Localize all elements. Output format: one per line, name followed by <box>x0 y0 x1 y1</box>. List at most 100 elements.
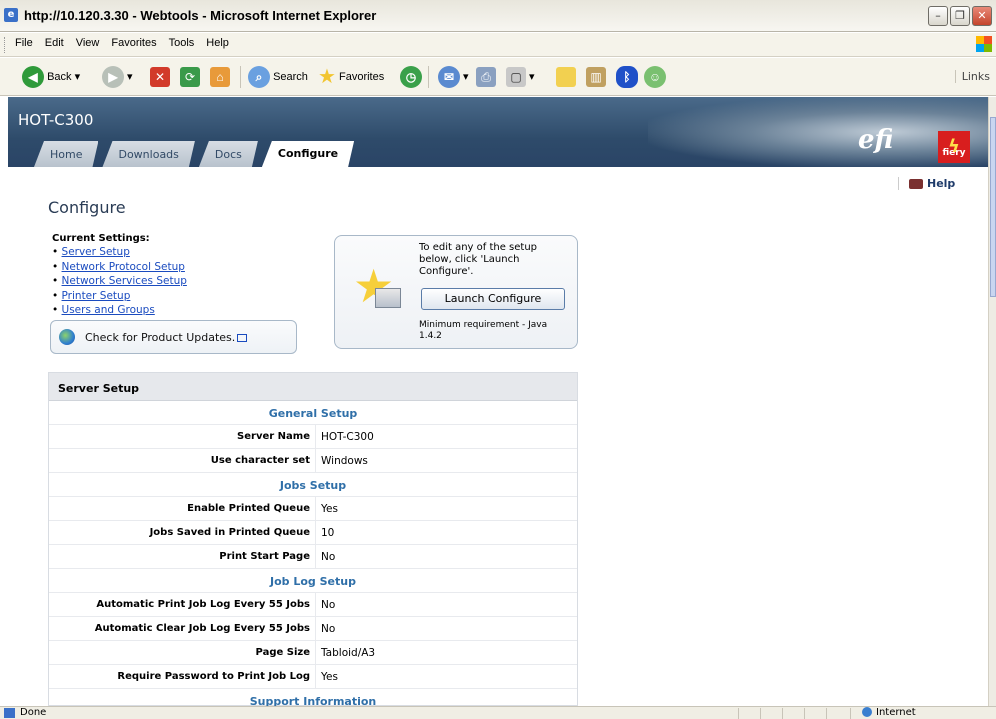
search-icon: ⌕ <box>248 66 270 89</box>
section-title: Job Log Setup <box>49 569 577 593</box>
row-label: Jobs Saved in Printed Queue <box>49 521 316 544</box>
menu-favorites[interactable]: Favorites <box>105 33 162 49</box>
help-link[interactable]: Help <box>898 177 955 190</box>
folder-button[interactable] <box>556 64 576 90</box>
network-protocol-setup-link[interactable]: Network Protocol Setup <box>62 261 185 273</box>
row-label: Require Password to Print Job Log <box>49 665 316 688</box>
forward-arrow-icon: ▶ <box>102 66 124 89</box>
links-button[interactable]: Links <box>954 70 990 83</box>
edit-button[interactable]: ▢ ▾ <box>506 64 535 90</box>
row-label: Server Name <box>49 425 316 448</box>
section-title: Jobs Setup <box>49 473 577 497</box>
row-value: No <box>321 551 336 563</box>
table-row: Page Size Tabloid/A3 <box>49 641 577 665</box>
row-value: Yes <box>321 671 338 683</box>
menu-edit[interactable]: Edit <box>39 33 70 49</box>
menu-view[interactable]: View <box>70 33 106 49</box>
favorites-button[interactable]: ★ Favorites <box>318 64 384 90</box>
row-value: Tabloid/A3 <box>321 647 376 659</box>
status-divider <box>738 708 739 719</box>
status-divider <box>850 708 851 719</box>
flame-icon: ϟ <box>948 136 960 157</box>
list-item: Network Protocol Setup <box>52 260 187 275</box>
row-label: Use character set <box>49 449 316 472</box>
status-divider <box>782 708 783 719</box>
home-button[interactable]: ⌂ <box>210 64 230 90</box>
list-item: Network Services Setup <box>52 274 187 289</box>
globe-icon <box>59 329 75 345</box>
page-icon <box>4 708 15 718</box>
table-row: Use character set Windows <box>49 449 577 473</box>
tab-home[interactable]: Home <box>34 141 98 167</box>
new-window-icon <box>237 334 248 342</box>
favorites-label: Favorites <box>339 71 385 83</box>
launch-configure-button[interactable]: Launch Configure <box>421 288 565 310</box>
menu-file[interactable]: File <box>9 33 39 49</box>
list-item: Printer Setup <box>52 289 187 304</box>
page-title: Configure <box>48 198 126 217</box>
status-bar: Done Internet <box>0 706 996 719</box>
stop-icon: ✕ <box>150 67 170 88</box>
java-requirement: Minimum requirement - Java 1.4.2 <box>419 320 548 341</box>
forward-button[interactable]: ▶ ▾ <box>102 64 133 90</box>
launch-configure-box: ★ To edit any of the setup below, click … <box>334 235 578 349</box>
menu-tools[interactable]: Tools <box>163 33 201 49</box>
mail-icon: ✉ <box>438 66 460 89</box>
search-label: Search <box>273 71 308 83</box>
refresh-button[interactable]: ⟳ <box>180 64 200 90</box>
edit-icon: ▢ <box>506 67 526 88</box>
print-icon: ⎙ <box>476 67 496 88</box>
standard-toolbar: ◀ Back ▾ ▶ ▾ ✕ ⟳ ⌂ ⌕ Search ★ Favorites … <box>0 58 996 96</box>
tab-downloads[interactable]: Downloads <box>102 141 194 167</box>
network-services-setup-link[interactable]: Network Services Setup <box>62 275 187 287</box>
table-row: Server Name HOT-C300 <box>49 425 577 449</box>
book-icon <box>375 288 401 308</box>
research-icon: ▥ <box>586 67 606 88</box>
toolbar-separator <box>240 66 241 88</box>
star-icon: ★ <box>318 66 336 89</box>
history-button[interactable]: ◷ <box>400 64 422 90</box>
settings-link-list: Server Setup Network Protocol Setup Netw… <box>52 245 187 318</box>
search-button[interactable]: ⌕ Search <box>248 64 308 90</box>
section-title: Support Information <box>49 689 577 706</box>
tab-docs[interactable]: Docs <box>199 141 258 167</box>
vertical-scrollbar[interactable] <box>988 97 996 706</box>
users-and-groups-link[interactable]: Users and Groups <box>62 304 155 316</box>
server-setup-link[interactable]: Server Setup <box>62 246 130 258</box>
product-updates-link[interactable]: Check for Product Updates. <box>85 331 248 344</box>
mail-button[interactable]: ✉ ▾ <box>438 64 469 90</box>
maximize-button[interactable]: ❐ <box>950 6 970 26</box>
messenger-button[interactable]: ☺ <box>644 64 666 90</box>
menu-help[interactable]: Help <box>200 33 235 49</box>
windows-logo-icon <box>976 36 992 52</box>
help-label: Help <box>927 177 956 190</box>
table-row: Enable Printed Queue Yes <box>49 497 577 521</box>
toolbar-grip <box>4 37 7 53</box>
section-title: General Setup <box>49 401 577 425</box>
tab-configure[interactable]: Configure <box>262 141 354 167</box>
close-button[interactable]: ✕ <box>972 6 992 26</box>
back-button[interactable]: ◀ Back ▾ <box>22 64 80 90</box>
bluetooth-icon: ᛒ <box>616 66 638 89</box>
list-item: Server Setup <box>52 245 187 260</box>
messenger-icon: ☺ <box>644 66 666 89</box>
minimize-button[interactable]: – <box>928 6 948 26</box>
header-banner: HOT-C300 efi ϟ fiery Home Downloads Docs … <box>8 97 988 167</box>
stop-button[interactable]: ✕ <box>150 64 170 90</box>
table-row: Automatic Print Job Log Every 55 Jobs No <box>49 593 577 617</box>
bluetooth-button[interactable]: ᛒ <box>616 64 638 90</box>
printer-setup-link[interactable]: Printer Setup <box>62 290 131 302</box>
print-button[interactable]: ⎙ <box>476 64 496 90</box>
row-label: Automatic Print Job Log Every 55 Jobs <box>49 593 316 616</box>
server-name: HOT-C300 <box>18 111 94 129</box>
help-book-icon <box>909 179 923 189</box>
folder-icon <box>556 67 576 88</box>
status-text: Done <box>20 707 47 718</box>
internet-globe-icon <box>862 707 872 717</box>
status-divider <box>826 708 827 719</box>
scrollbar-thumb[interactable] <box>990 117 996 297</box>
product-updates-box[interactable]: Check for Product Updates. <box>50 320 297 354</box>
research-button[interactable]: ▥ <box>586 64 606 90</box>
refresh-icon: ⟳ <box>180 67 200 88</box>
row-value: No <box>321 599 336 611</box>
